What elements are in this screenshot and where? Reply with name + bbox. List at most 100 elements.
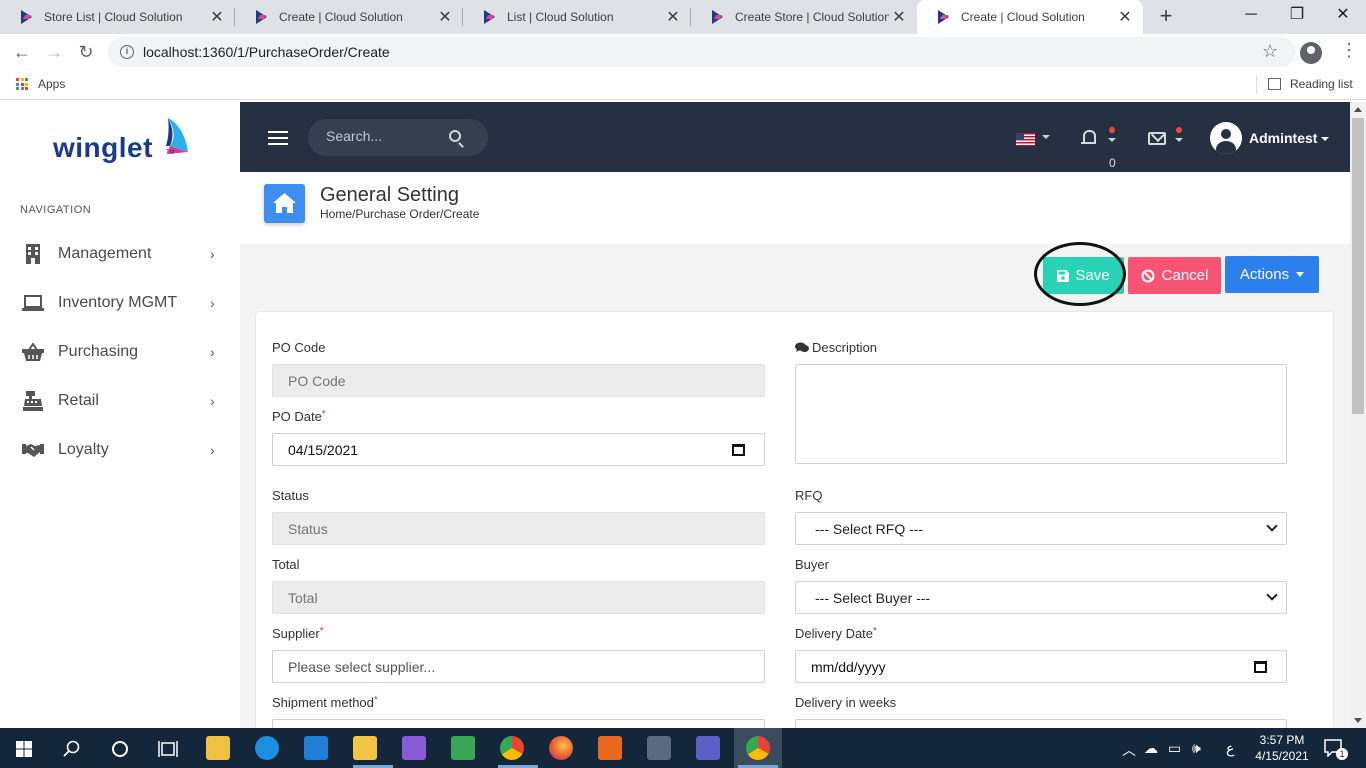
teams-icon[interactable]	[696, 736, 720, 760]
sidebar-item-retail[interactable]: Retail ›	[0, 381, 240, 421]
app-logo[interactable]: winglet	[53, 132, 153, 164]
buyer-label: Buyer	[795, 557, 829, 572]
user-menu[interactable]: Admintest	[1249, 130, 1317, 146]
po-code-label: PO Code	[272, 340, 326, 355]
store-bag-icon[interactable]	[206, 736, 230, 760]
scroll-down-icon[interactable]	[1354, 718, 1362, 723]
notification-count: 0	[1109, 156, 1116, 170]
bell-icon[interactable]	[1081, 130, 1097, 146]
shipment-method-label: Shipment method*	[272, 695, 378, 710]
page-scrollbar[interactable]	[1350, 102, 1366, 728]
forward-icon[interactable]: →	[42, 40, 66, 64]
browser-tab[interactable]: Store List | Cloud Solution ✕	[0, 0, 235, 34]
delivery-weeks-field[interactable]	[795, 719, 1287, 728]
total-label: Total	[272, 557, 300, 572]
cortana-icon[interactable]	[111, 740, 129, 758]
battery-icon[interactable]: ▭	[1168, 740, 1181, 757]
apps-bookmark[interactable]: Apps	[38, 77, 65, 91]
new-tab-button[interactable]: +	[1154, 4, 1178, 28]
avatar[interactable]	[1210, 122, 1242, 154]
mail-app-icon[interactable]	[304, 736, 328, 760]
volume-icon[interactable]: 🕪	[1192, 740, 1201, 757]
sidebar-item-management[interactable]: Management ›	[0, 234, 240, 274]
calendar-icon[interactable]	[1254, 661, 1267, 673]
url-field[interactable]: i localhost:1360/1/PurchaseOrder/Create	[108, 37, 1296, 67]
supplier-select[interactable]: Please select supplier...	[272, 650, 765, 683]
onedrive-icon[interactable]: ☁	[1144, 740, 1158, 757]
back-icon[interactable]: ←	[10, 40, 34, 64]
excel-tool-icon[interactable]	[451, 736, 475, 760]
po-code-field[interactable]	[272, 364, 765, 397]
actions-dropdown-button[interactable]: Actions	[1225, 256, 1319, 293]
calculator-icon[interactable]	[647, 736, 671, 760]
po-date-field[interactable]: 04/15/2021	[272, 433, 765, 466]
sidebar-item-inventory[interactable]: Inventory MGMT ›	[0, 283, 240, 323]
mail-icon[interactable]	[1148, 132, 1166, 145]
hamburger-menu-icon[interactable]	[268, 131, 288, 145]
rfq-select[interactable]: --- Select RFQ ---	[795, 512, 1287, 545]
search-icon[interactable]	[449, 130, 461, 142]
handshake-icon	[22, 439, 44, 461]
restore-icon[interactable]: ❐	[1274, 0, 1320, 30]
language-caret-icon[interactable]	[1042, 135, 1050, 139]
language-indicator[interactable]: ع	[1226, 740, 1234, 757]
chrome-icon[interactable]	[746, 736, 770, 760]
basket-icon	[22, 341, 44, 363]
user-caret-icon[interactable]	[1321, 137, 1329, 141]
task-view-icon[interactable]	[158, 740, 178, 758]
url-text: localhost:1360/1/PurchaseOrder/Create	[143, 44, 390, 60]
bookmark-star-icon[interactable]: ☆	[1262, 41, 1278, 62]
tab-close-icon[interactable]: ✕	[207, 7, 227, 27]
browser-tab[interactable]: Create | Cloud Solution ✕	[235, 0, 463, 34]
mail-caret-icon[interactable]	[1175, 138, 1183, 142]
save-button[interactable]: Save	[1043, 257, 1124, 294]
browser-tab[interactable]: List | Cloud Solution ✕	[463, 0, 691, 34]
cancel-button[interactable]: Cancel	[1128, 257, 1221, 294]
tab-close-icon[interactable]: ✕	[663, 7, 683, 27]
scroll-thumb[interactable]	[1352, 118, 1364, 414]
reading-list-icon[interactable]	[1268, 78, 1281, 90]
delivery-date-field[interactable]: mm/dd/yyyy	[795, 650, 1287, 683]
firefox-icon[interactable]	[549, 736, 573, 760]
shipment-method-field[interactable]	[272, 719, 765, 728]
calendar-icon[interactable]	[732, 444, 745, 456]
tab-title: Store List | Cloud Solution	[44, 10, 183, 24]
scroll-up-icon[interactable]	[1354, 107, 1362, 112]
total-field[interactable]	[272, 581, 765, 614]
notification-badge: 1	[1336, 748, 1348, 760]
search-input[interactable]	[326, 128, 446, 144]
tab-close-icon[interactable]: ✕	[889, 7, 909, 27]
window-close-icon[interactable]: ✕	[1320, 0, 1366, 30]
site-info-icon[interactable]: i	[120, 45, 134, 59]
chrome-icon[interactable]	[500, 736, 524, 760]
browser-menu-icon[interactable]: ⋮	[1340, 40, 1358, 61]
buyer-select[interactable]: --- Select Buyer ---	[795, 581, 1287, 614]
sidebar-item-label: Purchasing	[58, 343, 139, 360]
tab-close-icon[interactable]: ✕	[1115, 7, 1135, 27]
reload-icon[interactable]: ↻	[74, 40, 98, 64]
breadcrumb[interactable]: Home/Purchase Order/Create	[320, 207, 479, 221]
tab-close-icon[interactable]: ✕	[435, 7, 455, 27]
description-textarea[interactable]	[795, 364, 1287, 464]
taskbar-clock[interactable]: 3:57 PM 4/15/2021	[1252, 732, 1312, 764]
notification-caret-icon[interactable]	[1108, 138, 1116, 142]
windows-start-icon[interactable]	[16, 741, 32, 757]
profile-icon[interactable]	[1300, 42, 1322, 64]
us-flag-icon[interactable]	[1016, 133, 1035, 146]
file-explorer-icon[interactable]	[353, 736, 377, 760]
edge-icon[interactable]	[255, 736, 279, 760]
search-icon[interactable]	[63, 740, 81, 758]
minimize-icon[interactable]: ─	[1228, 0, 1274, 30]
sidebar-item-purchasing[interactable]: Purchasing ›	[0, 332, 240, 372]
browser-tab[interactable]: Create Store | Cloud Solution ✕	[691, 0, 917, 34]
browser-tab-active[interactable]: Create | Cloud Solution ✕	[917, 0, 1143, 34]
po-date-label: PO Date*	[272, 409, 326, 424]
reading-list-button[interactable]: Reading list	[1290, 77, 1353, 91]
visual-studio-icon[interactable]	[402, 736, 426, 760]
status-field[interactable]	[272, 512, 765, 545]
chevron-down-icon	[1266, 589, 1278, 601]
apps-grid-icon[interactable]	[16, 78, 28, 90]
tray-expand-icon[interactable]: ︿	[1122, 740, 1136, 760]
sidebar-item-loyalty[interactable]: Loyalty ›	[0, 430, 240, 470]
maps-pin-icon[interactable]	[598, 736, 622, 760]
